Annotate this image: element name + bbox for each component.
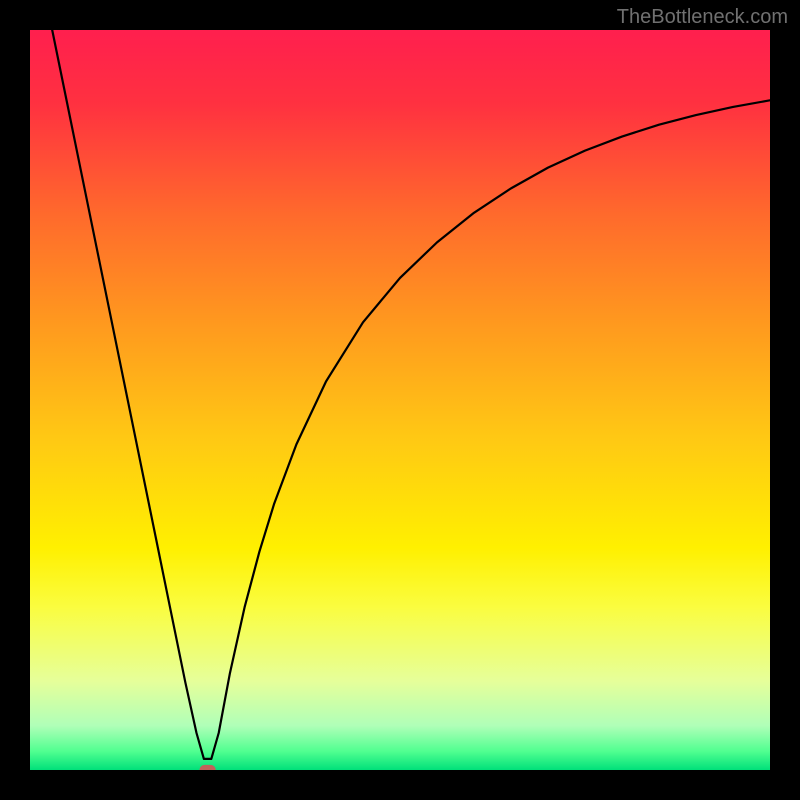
- chart-svg: [30, 30, 770, 770]
- chart-container: TheBottleneck.com: [0, 0, 800, 800]
- plot-area: [30, 30, 770, 770]
- gradient-background: [30, 30, 770, 770]
- watermark-text: TheBottleneck.com: [617, 6, 788, 29]
